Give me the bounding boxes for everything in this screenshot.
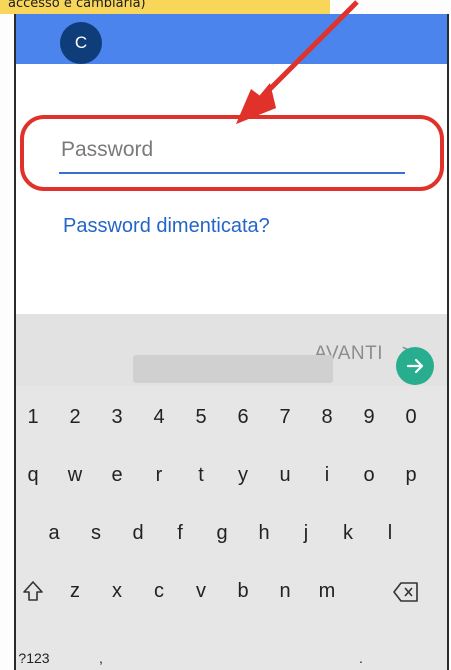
red-arrow-annotation-icon: [236, 0, 359, 124]
screenshot-stage: accesso e cambiarla) C Password Password…: [0, 0, 451, 670]
